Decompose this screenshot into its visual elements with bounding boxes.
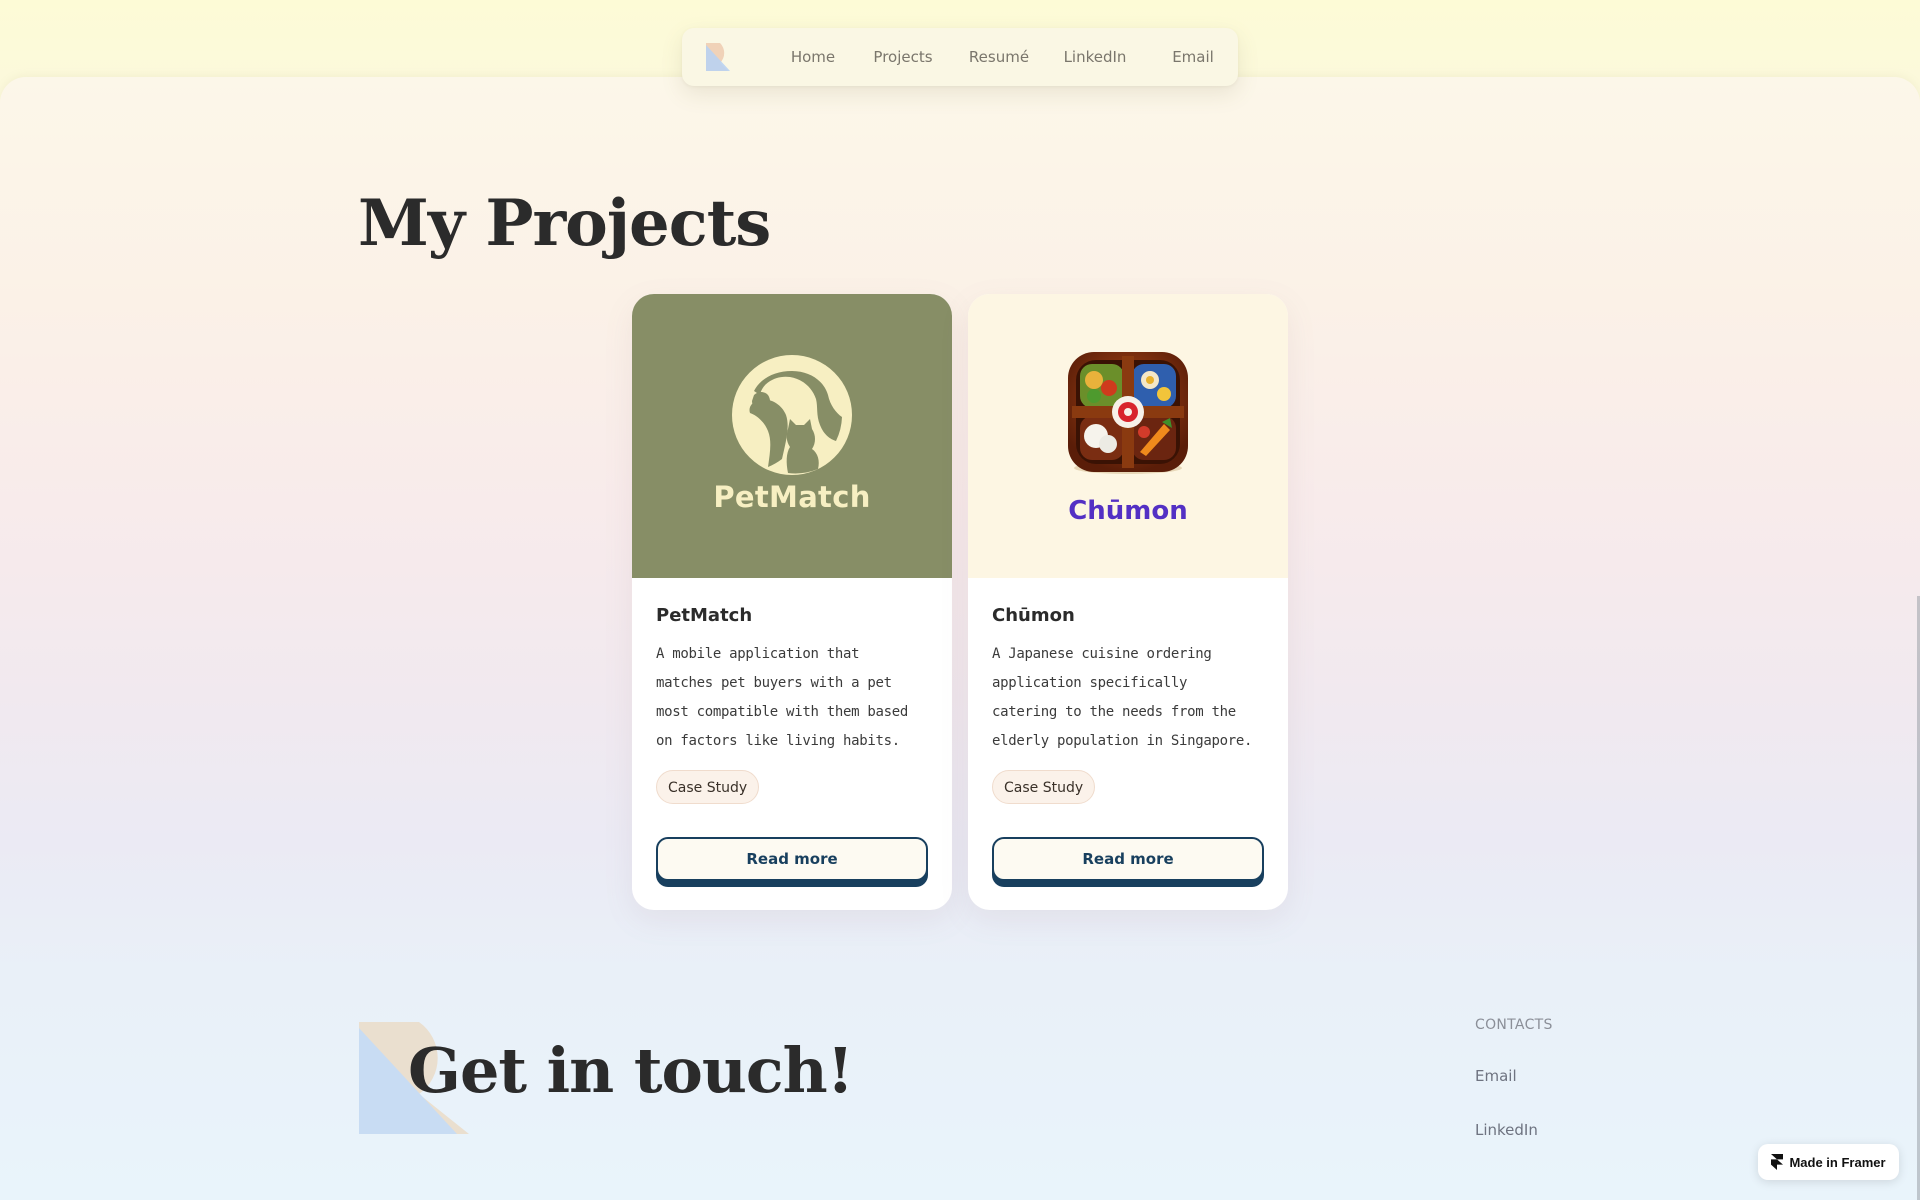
project-title: PetMatch	[656, 605, 753, 626]
nav-projects[interactable]: Projects	[858, 28, 948, 86]
project-card-chumon[interactable]: Chūmon Chūmon A Japanese cuisine orderin…	[968, 294, 1288, 910]
project-title: Chūmon	[992, 605, 1075, 626]
nav-email[interactable]: Email	[1148, 28, 1238, 86]
read-more-button[interactable]: Read more	[992, 837, 1264, 881]
bento-box-icon	[1068, 352, 1188, 474]
chumon-wordmark: Chūmon	[1068, 496, 1188, 526]
site-logo-icon[interactable]	[706, 43, 734, 71]
nav-linkedin[interactable]: LinkedIn	[1050, 28, 1140, 86]
petmatch-wordmark: PetMatch	[713, 480, 871, 514]
page-title: My Projects	[358, 186, 771, 261]
nav-home[interactable]: Home	[768, 28, 858, 86]
project-description: A mobile application that matches pet bu…	[656, 646, 908, 749]
made-in-framer-badge[interactable]: Made in Framer	[1758, 1144, 1899, 1180]
top-navigation: Home Projects Resumé LinkedIn Email	[682, 28, 1238, 86]
footer-email-link[interactable]: Email	[1475, 1067, 1517, 1085]
pet-logo-icon	[732, 355, 852, 475]
contacts-label: CONTACTS	[1475, 1017, 1553, 1033]
project-description: A Japanese cuisine ordering application …	[992, 646, 1253, 749]
case-study-badge: Case Study	[992, 770, 1096, 804]
project-hero-chumon: Chūmon	[968, 294, 1288, 578]
framer-badge-label: Made in Framer	[1789, 1154, 1886, 1170]
project-card-petmatch[interactable]: PetMatch PetMatch A mobile application t…	[632, 294, 952, 910]
project-hero-petmatch: PetMatch	[632, 294, 952, 578]
case-study-badge: Case Study	[656, 770, 760, 804]
footer-linkedin-link[interactable]: LinkedIn	[1475, 1121, 1538, 1139]
read-more-button[interactable]: Read more	[656, 837, 928, 881]
nav-resume[interactable]: Resumé	[954, 28, 1044, 86]
get-in-touch-heading: Get in touch!	[408, 1034, 854, 1107]
framer-icon	[1771, 1154, 1784, 1170]
main-content-sheet	[0, 77, 1920, 1200]
